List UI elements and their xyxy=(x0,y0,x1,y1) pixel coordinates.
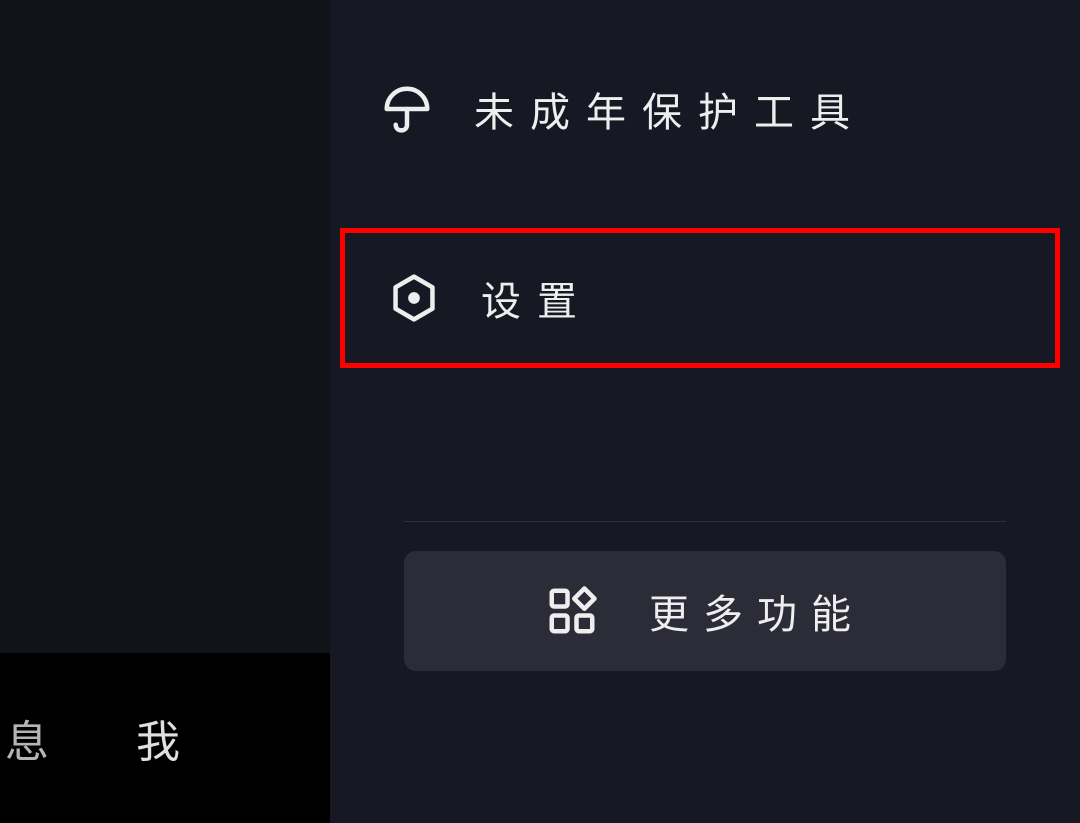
bottom-nav: 息 我 xyxy=(0,653,330,823)
divider xyxy=(404,521,1006,522)
sidebar-panel: 息 我 xyxy=(0,0,330,823)
menu-item-settings[interactable]: 设置 xyxy=(340,228,1060,368)
nav-item-messages[interactable]: 息 xyxy=(5,706,51,770)
menu-item-label: 未成年保护工具 xyxy=(474,80,866,138)
settings-drawer: 未成年保护工具 设置 更多功能 xyxy=(330,0,1080,823)
more-button-label: 更多功能 xyxy=(649,582,865,640)
menu-item-label: 设置 xyxy=(481,269,593,327)
settings-hex-icon xyxy=(387,271,441,325)
menu-item-minor-protection[interactable]: 未成年保护工具 xyxy=(330,50,1080,168)
apps-icon xyxy=(545,584,599,638)
nav-item-me[interactable]: 我 xyxy=(136,706,182,770)
umbrella-icon xyxy=(380,82,434,136)
more-features-button[interactable]: 更多功能 xyxy=(404,551,1006,671)
